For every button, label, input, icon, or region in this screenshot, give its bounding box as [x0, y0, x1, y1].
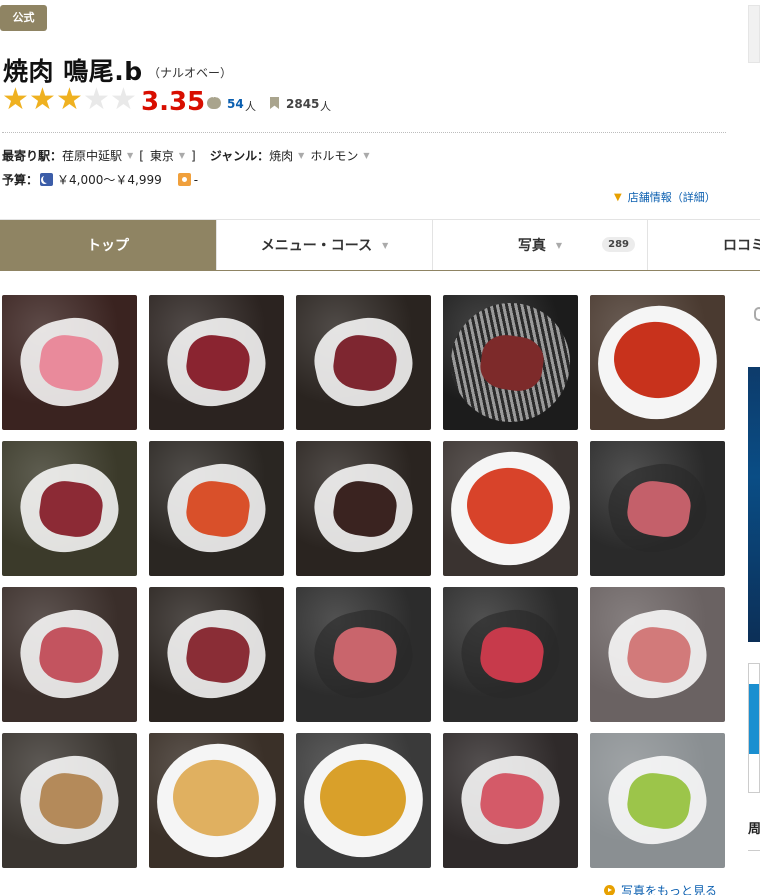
budget-lunch: -: [193, 172, 199, 187]
rating-stars: ★ ★ ★ ★ ★: [2, 82, 137, 117]
photo-curry-soup-bowl[interactable]: [296, 733, 431, 868]
station-link[interactable]: 荏原中延駅: [62, 147, 122, 164]
photo-beef-with-lemon[interactable]: [296, 587, 431, 722]
genre-label: ジャンル：: [209, 149, 270, 163]
star-empty-icon: ★: [83, 82, 110, 117]
side-banner-ad[interactable]: [748, 367, 760, 642]
tab-top[interactable]: トップ: [0, 220, 217, 270]
photo-grill-table-meat[interactable]: [2, 441, 137, 576]
tab-menu-label: メニュー・コース: [260, 238, 373, 254]
photo-marbled-steak-slab[interactable]: [590, 441, 725, 576]
photo-spicy-soup-bowl[interactable]: [590, 295, 725, 430]
area-bracket-close: ]: [191, 148, 196, 163]
bookmark-count: 2845: [286, 97, 320, 111]
photo-lime-sour-drink[interactable]: [590, 733, 725, 868]
tab-reviews-label: ロコミ: [723, 238, 760, 254]
star-empty-icon: ★: [110, 82, 137, 117]
area-link[interactable]: 東京: [150, 147, 174, 164]
photo-rib-and-sagari-plate[interactable]: [296, 295, 431, 430]
tab-photos[interactable]: 写真 ▼ 289: [433, 220, 648, 270]
photo-assorted-cuts-platter[interactable]: [590, 587, 725, 722]
tab-top-label: トップ: [87, 238, 129, 254]
station-label: 最寄り駅：: [2, 149, 63, 163]
tab-menu-course[interactable]: メニュー・コース ▼: [217, 220, 433, 270]
genre-link-horumon[interactable]: ホルモン: [310, 147, 358, 164]
side-section-heading: 周: [748, 822, 760, 837]
photo-wagyu-closeup[interactable]: [443, 733, 578, 868]
photo-beef-tongue-plate[interactable]: [2, 295, 137, 430]
photo-cold-noodle-bowl[interactable]: [149, 733, 284, 868]
more-photos-label: 写真をもっと見る: [621, 884, 718, 895]
review-count-unit: 人: [245, 100, 256, 113]
location-pin-icon[interactable]: [748, 295, 760, 335]
chevron-down-icon[interactable]: ▼: [127, 151, 133, 160]
photo-grid: [2, 295, 726, 868]
photo-marbled-beef-slices[interactable]: [2, 587, 137, 722]
chevron-down-icon: ▼: [555, 240, 563, 250]
tab-photos-label: 写真: [517, 238, 546, 254]
station-genre-row: 最寄り駅： 荏原中延駅 ▼ [ 東京 ▼ ] ジャンル： 焼肉 ▼ ホルモン ▼: [2, 147, 375, 164]
divider: [2, 132, 726, 133]
area-bracket-open: [: [139, 148, 144, 163]
arrow-right-circle-icon: [604, 885, 615, 895]
chevron-down-icon[interactable]: ▼: [179, 151, 185, 160]
official-badge: 公式: [0, 5, 47, 31]
tab-bar: トップ メニュー・コース ▼ 写真 ▼ 289 ロコミ: [0, 219, 760, 271]
side-panel-edge: [748, 5, 760, 63]
review-count-link[interactable]: 54: [227, 97, 244, 111]
bookmark-count-unit: 人: [320, 100, 331, 113]
genre-link-yakiniku[interactable]: 焼肉: [269, 147, 293, 164]
star-filled-icon: ★: [56, 82, 83, 117]
moon-icon: [40, 173, 54, 186]
store-detail-link[interactable]: ▼ 店舗情報（詳細）: [614, 189, 716, 205]
photo-red-sauce-dish[interactable]: [443, 441, 578, 576]
photo-beef-cuts-with-labels[interactable]: [149, 587, 284, 722]
photo-kimchi-plate[interactable]: [149, 441, 284, 576]
rating-score: 3.35: [141, 87, 206, 117]
star-filled-icon: ★: [29, 82, 56, 117]
store-detail-label: 店舗情報（詳細）: [627, 191, 716, 204]
side-divider: [748, 850, 760, 851]
chevron-down-icon: ▼: [382, 240, 389, 250]
chevron-down-icon[interactable]: ▼: [363, 151, 369, 160]
tab-reviews[interactable]: ロコミ: [648, 220, 760, 270]
photo-dried-meat-bowl[interactable]: [296, 441, 431, 576]
budget-label: 予算：: [2, 173, 39, 187]
sun-icon: [177, 173, 191, 186]
budget-dinner: ￥4,000～￥4,999: [57, 173, 162, 187]
photo-count-badge: 289: [602, 237, 635, 252]
speech-bubble-icon: [207, 93, 221, 109]
star-filled-icon: ★: [2, 82, 29, 117]
more-photos-link[interactable]: 写真をもっと見る: [604, 882, 717, 895]
restaurant-kana: （ナルオベー）: [148, 66, 233, 80]
photo-sliced-beef-with-labels[interactable]: [149, 295, 284, 430]
photo-meat-on-grill[interactable]: [443, 295, 578, 430]
side-banner-small[interactable]: [748, 663, 760, 793]
chevron-down-icon[interactable]: ▼: [298, 151, 304, 160]
budget-row: 予算： ￥4,000～￥4,999 -: [2, 171, 198, 188]
photo-green-onion-tongue[interactable]: [2, 733, 137, 868]
arrow-down-icon: ▼: [614, 191, 622, 203]
photo-thin-sliced-beef[interactable]: [443, 587, 578, 722]
bookmark-icon: [270, 97, 279, 109]
